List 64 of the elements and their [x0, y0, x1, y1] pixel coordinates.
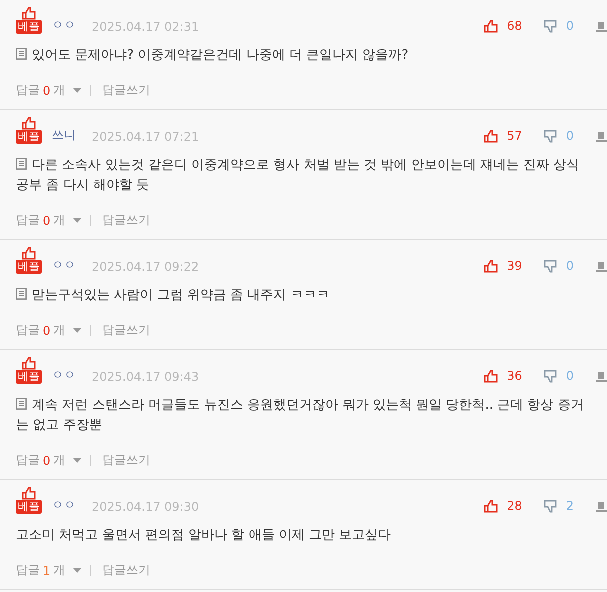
thumbs-up-icon [484, 130, 498, 142]
author-name[interactable]: ㅇㅇ [52, 257, 76, 274]
author-name[interactable]: ㅇㅇ [52, 497, 76, 514]
dislike-count: 0 [566, 369, 574, 383]
best-badge: 베플 [16, 20, 42, 34]
comment-date: 2025.04.17 09:22 [92, 260, 200, 274]
dislike-count: 0 [566, 129, 574, 143]
thumbs-up-icon [484, 500, 498, 512]
like-count: 57 [507, 129, 522, 143]
thumbs-down-icon[interactable] [544, 370, 558, 382]
caret-icon [72, 88, 82, 93]
comment-text: 다른 소속사 있는것 같은디 이중계약으로 형사 처벌 받는 것 밖에 안보이는데 쟤네는 진짜 상식 공부 좀 다시 해야할 듯 [16, 157, 581, 195]
like-count: 39 [507, 259, 522, 273]
thumbs-up-icon [484, 370, 498, 382]
reply-count-toggle[interactable]: 답글 0 개 [16, 82, 82, 99]
thumbs-up-icon [22, 7, 36, 20]
write-reply-link[interactable]: 답글쓰기 [102, 452, 151, 469]
thumbs-down-icon[interactable] [544, 130, 558, 142]
caret-icon [72, 568, 82, 573]
comment-date: 2025.04.17 09:30 [92, 500, 200, 514]
dislike-count: 0 [566, 19, 574, 33]
thumbs-down-icon[interactable] [544, 20, 558, 32]
author-name[interactable]: ㅇㅇ [52, 367, 76, 384]
reply-count-toggle[interactable]: 답글 0 개 [16, 212, 82, 229]
memo-icon [16, 48, 27, 60]
reply-count-toggle[interactable]: 답글 0 개 [16, 452, 82, 469]
best-badge: 베플 [16, 370, 42, 384]
comment-date: 2025.04.17 09:43 [92, 370, 200, 384]
thumbs-up-icon [22, 247, 36, 260]
write-reply-link[interactable]: 답글쓰기 [102, 212, 151, 229]
like-count: 36 [507, 369, 522, 383]
write-reply-link[interactable]: 답글쓰기 [102, 82, 151, 99]
reply-count-toggle[interactable]: 답글 1 개 [16, 562, 82, 579]
best-badge: 베플 [16, 260, 42, 274]
dislike-count: 0 [566, 259, 574, 273]
best-badge: 베플 [16, 500, 42, 514]
comment-date: 2025.04.17 07:21 [92, 130, 200, 144]
reply-count-toggle[interactable]: 답글 0 개 [16, 322, 82, 339]
write-reply-link[interactable]: 답글쓰기 [102, 562, 151, 579]
thumbs-up-icon [22, 357, 36, 370]
thumbs-up-icon [484, 20, 498, 32]
dislike-count: 2 [566, 499, 574, 513]
memo-icon [16, 398, 27, 410]
thumbs-down-icon[interactable] [544, 500, 558, 512]
author-name[interactable]: 쓰니 [52, 127, 76, 144]
thumbs-up-icon [22, 117, 36, 130]
comment-date: 2025.04.17 02:31 [92, 20, 200, 34]
thumbs-up-icon [22, 487, 36, 500]
comment-text: 맏는구석있는 사람이 그럼 위약금 좀 내주지 ㅋㅋㅋ [16, 286, 587, 306]
caret-icon [72, 458, 82, 463]
thumbs-down-icon[interactable] [544, 260, 558, 272]
memo-icon [16, 158, 27, 170]
thumbs-up-icon [484, 260, 498, 272]
comment-text: 고소미 처먹고 울면서 편의점 알바나 할 애들 이제 그만 보고싶다 [16, 527, 392, 545]
caret-icon [72, 328, 82, 333]
like-count: 68 [507, 19, 522, 33]
author-name[interactable]: ㅇㅇ [52, 17, 76, 34]
memo-icon [16, 288, 27, 300]
comment-text: 있어도 문제아냐? 이중계약같은건데 나중에 더 큰일나지 않을까? [16, 46, 587, 66]
like-count: 28 [507, 499, 522, 513]
best-badge: 베플 [16, 130, 42, 144]
write-reply-link[interactable]: 답글쓰기 [102, 322, 151, 339]
comment-text: 계속 저런 스탠스라 머글들도 뉴진스 응원했던거잖아 뭐가 있는척 뭔일 당한척.. 근데 항상 증거는 없고 주장뿐 [16, 397, 585, 435]
caret-icon [72, 218, 82, 223]
